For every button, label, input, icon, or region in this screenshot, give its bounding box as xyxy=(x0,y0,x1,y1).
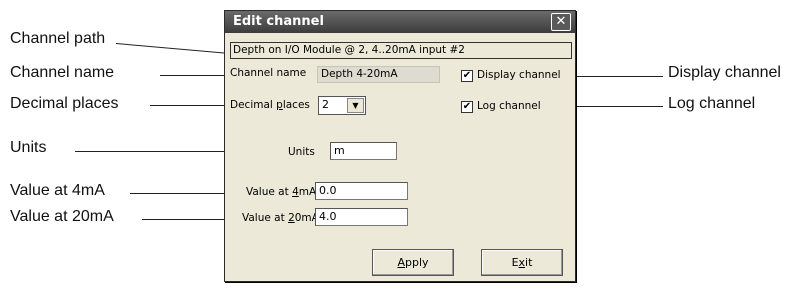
display-channel-checkbox[interactable]: ✔ xyxy=(461,70,473,82)
channel-name-label: Channel name xyxy=(230,67,307,79)
callout-units: Units xyxy=(10,139,47,156)
decimal-places-label-post: laces xyxy=(282,99,310,111)
leader-line-display-channel xyxy=(566,76,663,77)
log-channel-label: Log channel xyxy=(477,100,541,112)
display-channel-label: Display channel xyxy=(477,69,561,81)
leader-line-decimal-places xyxy=(150,105,226,106)
leader-line-channel-name xyxy=(160,75,226,76)
decimal-places-label: Decimal places xyxy=(230,99,310,111)
callout-log-channel: Log channel xyxy=(668,95,756,112)
apply-label-post: pply xyxy=(405,256,429,269)
decimal-places-dropdown[interactable]: 2 ▼ xyxy=(318,96,366,115)
units-input[interactable]: m xyxy=(330,142,397,160)
exit-button[interactable]: Exit xyxy=(481,249,563,276)
callout-decimal-places: Decimal places xyxy=(10,95,119,112)
value-20ma-label: Value at 20mA xyxy=(242,212,319,224)
callout-channel-path: Channel path xyxy=(10,30,106,47)
callout-display-channel: Display channel xyxy=(668,64,781,81)
value-20ma-label-accel: 2 xyxy=(288,212,295,224)
apply-label-accel: A xyxy=(397,256,405,269)
value-4ma-label-pre: Value at xyxy=(246,186,293,198)
leader-line-value-4ma xyxy=(130,193,236,194)
callout-value-4ma: Value at 4mA xyxy=(10,182,105,199)
exit-label-post: it xyxy=(525,256,533,269)
leader-line-value-20ma xyxy=(142,219,232,220)
decimal-places-label-pre: Decimal xyxy=(230,99,277,111)
value-20ma-label-pre: Value at xyxy=(242,212,289,224)
value-20ma-input[interactable]: 4.0 xyxy=(315,208,408,226)
apply-button[interactable]: Apply xyxy=(372,249,454,276)
decimal-places-label-accel: p xyxy=(276,99,283,111)
value-4ma-label-accel: 4 xyxy=(292,186,299,198)
units-label: Units xyxy=(288,146,315,158)
log-channel-checkbox[interactable]: ✔ xyxy=(461,101,473,113)
leader-line-channel-path xyxy=(115,43,226,54)
chevron-down-icon[interactable]: ▼ xyxy=(347,98,364,113)
dialog-title: Edit channel xyxy=(233,14,324,29)
value-4ma-input[interactable]: 0.0 xyxy=(315,182,408,200)
decimal-places-value: 2 xyxy=(322,98,329,111)
close-icon[interactable]: ✕ xyxy=(551,13,571,31)
edit-channel-dialog: Edit channel ✕ Depth on I/O Module @ 2, … xyxy=(224,10,576,282)
callout-value-20ma: Value at 20mA xyxy=(10,208,114,225)
dialog-titlebar[interactable]: Edit channel ✕ xyxy=(225,11,575,33)
channel-name-field: Depth 4-20mA xyxy=(317,66,440,83)
value-4ma-label: Value at 4mA xyxy=(246,186,316,198)
value-4ma-label-post: mA xyxy=(298,186,317,198)
channel-path-field: Depth on I/O Module @ 2, 4..20mA input #… xyxy=(230,42,572,59)
exit-label-pre: E xyxy=(511,256,519,269)
callout-channel-name: Channel name xyxy=(10,64,115,81)
